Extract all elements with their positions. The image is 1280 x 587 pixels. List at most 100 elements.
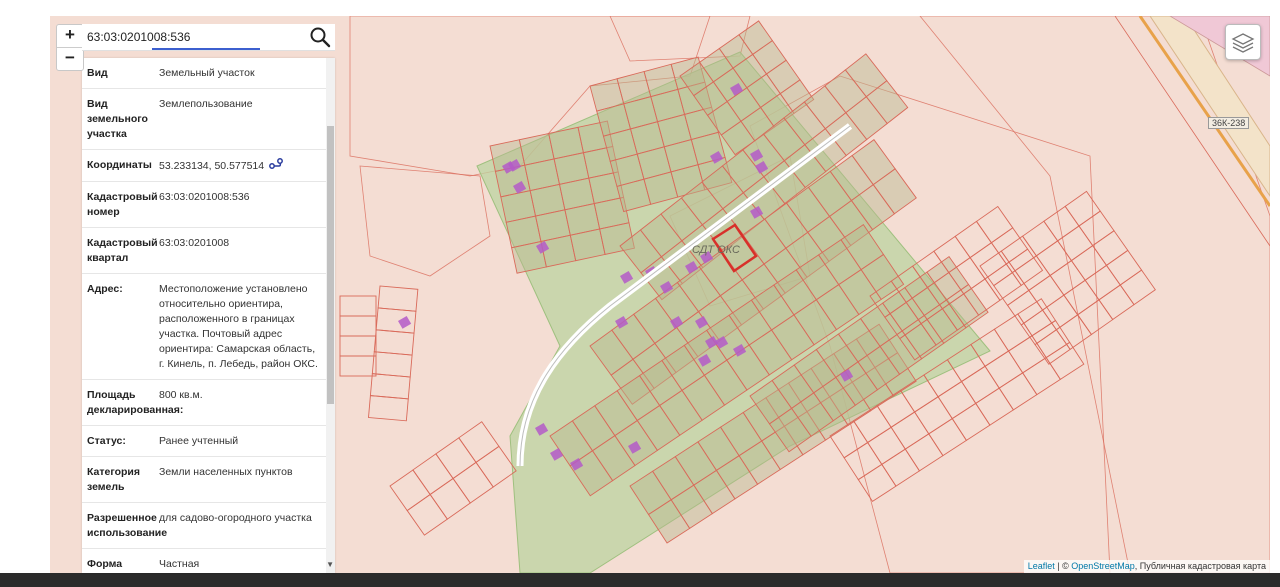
- parcel: [937, 380, 977, 420]
- parcel: [1092, 230, 1129, 266]
- parcel: [975, 387, 1015, 426]
- parcel: [1084, 264, 1121, 301]
- info-row: Адрес: Местоположение установлено относит…: [82, 274, 335, 380]
- parcel: [881, 448, 921, 487]
- info-label: Кадастровый квартал: [87, 237, 158, 264]
- parcel: [389, 469, 431, 512]
- info-value-text: для садово-огородного участка: [159, 512, 312, 524]
- parcel: [368, 395, 409, 422]
- scrollbar[interactable]: ▼: [326, 58, 335, 573]
- parcel: [969, 242, 1007, 280]
- info-row: Координаты 53.233134, 50.577514: [82, 150, 335, 182]
- search-box: [82, 24, 335, 51]
- info-value: Частная: [159, 557, 319, 572]
- parcel: [993, 270, 1030, 306]
- search-input[interactable]: [85, 27, 304, 47]
- info-label: Площадь декларированная:: [87, 389, 184, 416]
- zoom-control: + −: [56, 24, 84, 71]
- scrollbar-thumb[interactable]: [327, 126, 334, 404]
- parcel: [339, 355, 377, 377]
- info-value-text: Землепользование: [159, 98, 253, 110]
- parcel-info-panel[interactable]: Вид Земельный участок Вид земельного участ…: [82, 58, 335, 573]
- search-icon[interactable]: [309, 26, 331, 48]
- parcel: [373, 329, 415, 356]
- parcel: [951, 402, 991, 442]
- parcel: [435, 437, 477, 480]
- parcel: [1064, 190, 1101, 227]
- info-row: Кадастровый номер 63:03:0201008:536: [82, 182, 335, 228]
- info-value: 63:03:0201008: [159, 236, 319, 266]
- parcel: [458, 421, 500, 464]
- parcel: [452, 461, 494, 504]
- attribution-separator: | ©: [1054, 561, 1072, 571]
- info-label: Форма: [87, 558, 123, 570]
- parcel: [990, 227, 1029, 265]
- parcel: [1007, 335, 1047, 374]
- parcel: [1022, 356, 1061, 396]
- parcel: [1055, 314, 1093, 351]
- zoom-out-button[interactable]: −: [57, 47, 83, 70]
- scroll-down-arrow[interactable]: ▼: [326, 560, 334, 569]
- info-value-text: Ранее учтенный: [159, 435, 239, 447]
- parcel: [904, 433, 944, 472]
- info-value: Ранее учтенный: [159, 434, 319, 449]
- parcel-block: [339, 295, 377, 377]
- parcel: [890, 411, 930, 450]
- parcel: [984, 350, 1024, 389]
- parcel: [857, 463, 897, 503]
- info-value-text: 63:03:0201008: [159, 237, 230, 249]
- parcel: [1045, 341, 1085, 381]
- building: [398, 316, 412, 329]
- parcel: [377, 285, 419, 312]
- parcel: [1063, 279, 1100, 316]
- road-label: 36К-238: [1208, 117, 1250, 129]
- info-value: Земли населенных пунктов: [159, 465, 319, 495]
- parcel: [1070, 245, 1108, 281]
- info-row: Разрешенное использование для садово-огор…: [82, 503, 335, 549]
- parcel: [1098, 284, 1135, 321]
- parcel: [412, 453, 454, 496]
- parcel: [998, 372, 1038, 411]
- info-label: Адрес:: [87, 283, 123, 295]
- info-value: Землепользование: [159, 97, 319, 142]
- info-label: Вид земельного участка: [87, 98, 148, 140]
- info-label: Статус:: [87, 435, 126, 447]
- parcel: [1078, 210, 1115, 247]
- info-row: Статус: Ранее учтенный: [82, 426, 335, 457]
- info-label: Категория земель: [87, 466, 141, 493]
- route-icon[interactable]: [269, 158, 284, 172]
- info-label: Разрешенное использование: [87, 512, 168, 539]
- land-outline: [359, 165, 491, 277]
- parcel: [954, 220, 993, 259]
- info-value: Земельный участок: [159, 66, 319, 81]
- info-label: Координаты: [87, 159, 152, 171]
- parcel: [475, 445, 517, 488]
- parcel: [960, 365, 1000, 404]
- parcel: [1057, 225, 1094, 262]
- parcel: [569, 228, 606, 262]
- parcel: [1119, 269, 1156, 306]
- info-value: Местоположение установлено относительно …: [159, 282, 319, 372]
- parcel-block: [389, 421, 517, 536]
- layers-button[interactable]: [1225, 24, 1261, 60]
- info-row: Категория земель Земли населенных пунктов: [82, 457, 335, 503]
- info-row: Площадь декларированная: 800 кв.м.: [82, 380, 335, 426]
- info-value-text: Земельный участок: [159, 67, 255, 79]
- parcel: [1021, 220, 1059, 257]
- leaflet-link[interactable]: Leaflet: [1028, 561, 1055, 571]
- parcel: [1005, 248, 1044, 286]
- parcel: [975, 205, 1014, 244]
- parcel: [406, 493, 448, 536]
- info-value-text: Местоположение установлено относительно …: [159, 283, 318, 370]
- parcel: [1043, 205, 1080, 242]
- search-underline: [152, 48, 260, 50]
- parcel: [369, 373, 411, 400]
- parcel: [1105, 249, 1143, 286]
- info-value: для садово-огородного участка: [159, 511, 319, 541]
- info-row: Кадастровый квартал 63:03:0201008: [82, 228, 335, 274]
- info-label: Кадастровый номер: [87, 191, 158, 218]
- osm-link[interactable]: OpenStreetMap: [1071, 561, 1135, 571]
- zoom-in-button[interactable]: +: [57, 25, 83, 47]
- parcel: [1031, 319, 1071, 359]
- parcel: [1028, 274, 1065, 311]
